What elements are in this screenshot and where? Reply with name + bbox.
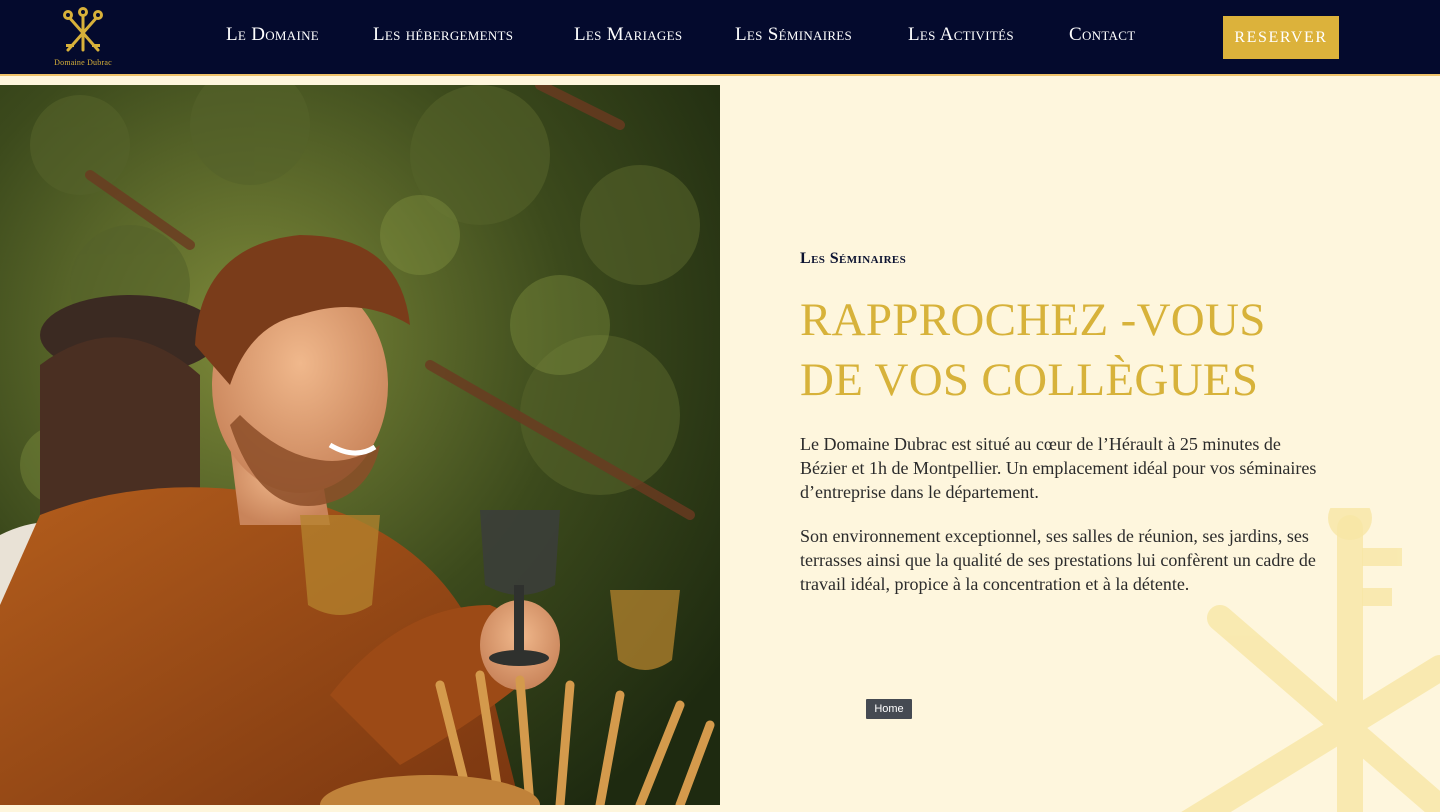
nav-item-seminaires[interactable]: Les Séminaires: [735, 24, 852, 46]
site-header: Domaine Dubrac Le Domaine Les hébergemen…: [0, 0, 1440, 76]
environment-paragraph: Son environnement exceptionnel, ses sall…: [800, 526, 1316, 594]
section-title-line1: RAPPROCHEZ -VOUS: [800, 294, 1266, 346]
section-title-line2: DE VOS COLLÈGUES: [800, 354, 1259, 406]
nav-item-hebergements[interactable]: Les hébergements: [373, 24, 513, 46]
site-logo[interactable]: Domaine Dubrac: [38, 6, 128, 70]
nav-item-mariages[interactable]: Les Mariages: [574, 24, 682, 46]
section-title: RAPPROCHEZ -VOUS DE VOS COLLÈGUES: [800, 290, 1360, 410]
nav-item-contact[interactable]: Contact: [1069, 24, 1135, 46]
home-tooltip: Home: [866, 699, 912, 719]
section-eyebrow: Les Séminaires: [800, 250, 907, 267]
hero-image: [0, 85, 720, 805]
nav-item-le-domaine[interactable]: Le Domaine: [226, 24, 319, 46]
reserve-button[interactable]: RESERVER: [1223, 16, 1339, 59]
intro-paragraph: Le Domaine Dubrac est situé au cœur de l…: [800, 434, 1317, 502]
nav-item-activites[interactable]: Les Activités: [908, 24, 1014, 46]
seminar-section: Les Séminaires RAPPROCHEZ -VOUS DE VOS C…: [720, 78, 1440, 812]
seminar-photo: [0, 85, 720, 805]
crossed-keys-icon: [63, 7, 103, 52]
brand-name: Domaine Dubrac: [54, 58, 112, 67]
